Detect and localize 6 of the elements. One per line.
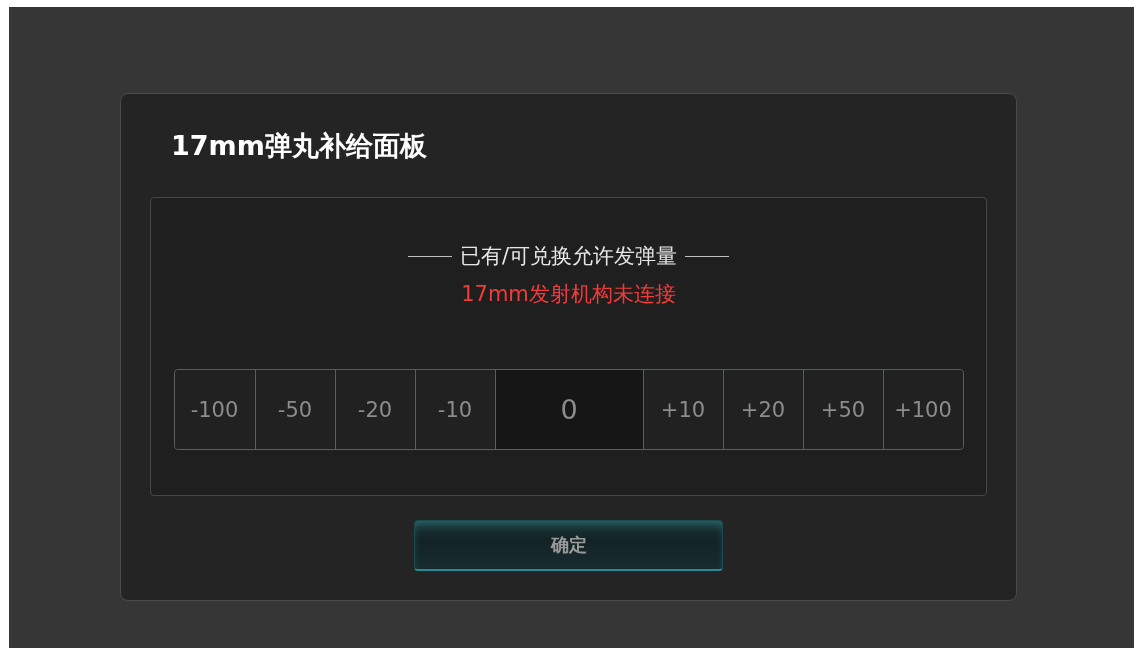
- status-message: 17mm发射机构未连接: [461, 281, 676, 308]
- increment-button[interactable]: +100: [882, 370, 963, 449]
- section-label: 已有/可兑换允许发弹量: [459, 243, 678, 270]
- dialog-title: 17mm弹丸补给面板: [171, 129, 428, 163]
- confirm-button[interactable]: 确定: [414, 520, 723, 571]
- value-field[interactable]: 0: [494, 370, 643, 449]
